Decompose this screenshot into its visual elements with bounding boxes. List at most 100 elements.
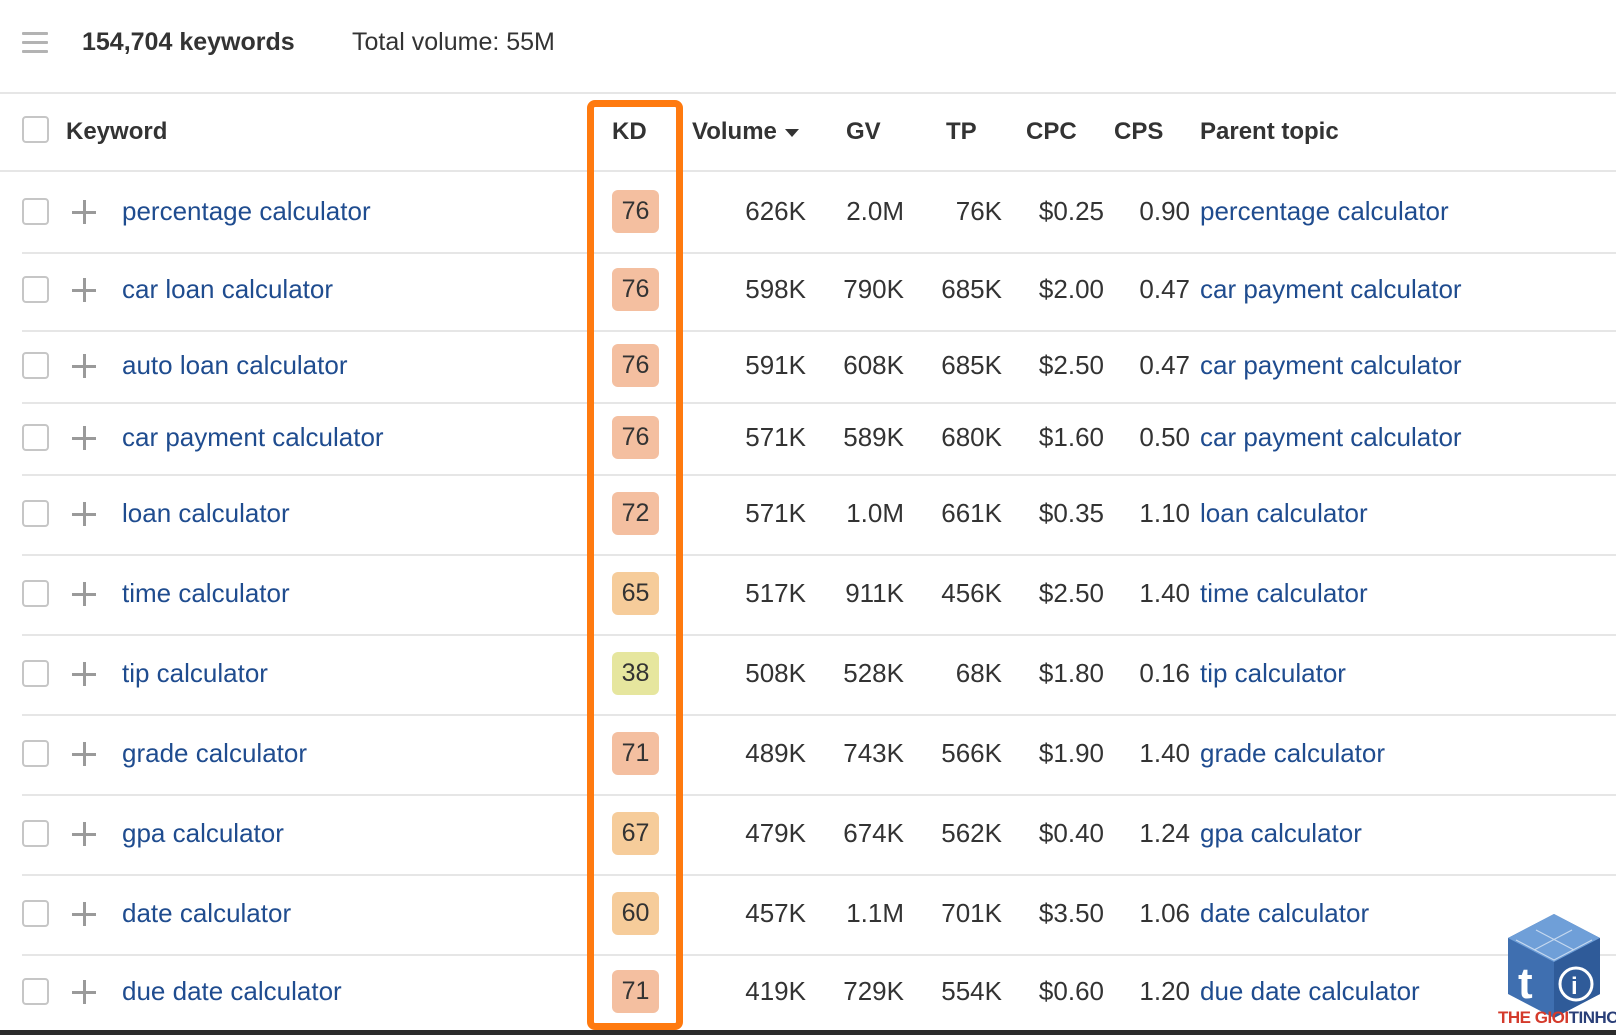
- column-tp[interactable]: TP: [946, 118, 977, 146]
- parent-topic-link[interactable]: car payment calculator: [1200, 274, 1462, 305]
- volume-value: 626K: [745, 196, 806, 226]
- gv-value: 911K: [845, 578, 904, 608]
- cps-value: 0.47: [1139, 350, 1190, 380]
- tp-value: 68K: [955, 658, 1002, 688]
- add-keyword-plus-icon[interactable]: [72, 200, 96, 224]
- keyword-link[interactable]: gpa calculator: [122, 818, 284, 849]
- add-keyword-plus-icon[interactable]: [72, 354, 96, 378]
- cps-value: 1.40: [1139, 738, 1190, 768]
- row-checkbox[interactable]: [22, 978, 49, 1005]
- gv-value: 589K: [843, 422, 904, 452]
- add-keyword-plus-icon[interactable]: [72, 278, 96, 302]
- parent-topic-link[interactable]: car payment calculator: [1200, 422, 1462, 453]
- keyword-link[interactable]: tip calculator: [122, 658, 268, 689]
- keyword-link[interactable]: date calculator: [122, 898, 291, 929]
- parent-topic-link[interactable]: due date calculator: [1200, 976, 1420, 1007]
- watermark-text-blue: TINHOC: [1568, 1008, 1616, 1027]
- column-volume[interactable]: Volume: [692, 118, 799, 146]
- parent-topic-link[interactable]: date calculator: [1200, 898, 1369, 929]
- select-all-checkbox[interactable]: [22, 116, 49, 143]
- kd-badge: 76: [612, 190, 659, 233]
- volume-value: 479K: [745, 818, 806, 848]
- add-keyword-plus-icon[interactable]: [72, 980, 96, 1004]
- cpc-value: $0.35: [1038, 498, 1104, 528]
- row-checkbox[interactable]: [22, 424, 49, 451]
- row-checkbox[interactable]: [22, 900, 49, 927]
- keyword-link[interactable]: due date calculator: [122, 976, 342, 1007]
- tp-value: 680K: [941, 422, 1002, 452]
- table-row: auto loan calculator 76 591K 608K 685K $…: [22, 330, 1616, 404]
- cpc-value: $0.40: [1038, 818, 1104, 848]
- column-cpc[interactable]: CPC: [1026, 118, 1077, 146]
- table-row: percentage calculator 76 626K 2.0M 76K $…: [22, 172, 1616, 254]
- column-cps[interactable]: CPS: [1114, 118, 1163, 146]
- column-gv[interactable]: GV: [846, 118, 881, 146]
- table-header: Keyword KD Volume GV TP CPC CPS Parent t…: [0, 94, 1616, 172]
- tp-value: 554K: [941, 976, 1002, 1006]
- tp-value: 685K: [941, 274, 1002, 304]
- parent-topic-link[interactable]: car payment calculator: [1200, 350, 1462, 381]
- cpc-value: $1.60: [1038, 422, 1104, 452]
- svg-text:t: t: [1518, 959, 1533, 1008]
- gv-value: 674K: [843, 818, 904, 848]
- cps-value: 0.90: [1139, 196, 1190, 226]
- add-keyword-plus-icon[interactable]: [72, 662, 96, 686]
- row-checkbox[interactable]: [22, 276, 49, 303]
- parent-topic-link[interactable]: grade calculator: [1200, 738, 1385, 769]
- add-keyword-plus-icon[interactable]: [72, 582, 96, 606]
- parent-topic-link[interactable]: time calculator: [1200, 578, 1368, 609]
- keyword-link[interactable]: time calculator: [122, 578, 290, 609]
- cpc-value: $2.50: [1038, 350, 1104, 380]
- gv-value: 528K: [843, 658, 904, 688]
- row-checkbox[interactable]: [22, 580, 49, 607]
- parent-topic-link[interactable]: loan calculator: [1200, 498, 1368, 529]
- cpc-value: $0.25: [1038, 196, 1104, 226]
- gv-value: 2.0M: [846, 196, 904, 226]
- volume-value: 571K: [745, 498, 806, 528]
- add-keyword-plus-icon[interactable]: [72, 426, 96, 450]
- kd-badge: 76: [612, 344, 659, 387]
- keyword-count: 154,704 keywords: [82, 28, 295, 56]
- parent-topic-link[interactable]: gpa calculator: [1200, 818, 1362, 849]
- row-checkbox[interactable]: [22, 500, 49, 527]
- parent-topic-link[interactable]: percentage calculator: [1200, 196, 1449, 227]
- cps-value: 1.40: [1139, 578, 1190, 608]
- cps-value: 1.24: [1139, 818, 1190, 848]
- column-keyword[interactable]: Keyword: [66, 118, 167, 146]
- row-checkbox[interactable]: [22, 198, 49, 225]
- kd-badge: 71: [612, 732, 659, 775]
- add-keyword-plus-icon[interactable]: [72, 822, 96, 846]
- column-kd[interactable]: KD: [612, 118, 647, 146]
- column-parent-topic[interactable]: Parent topic: [1200, 118, 1339, 146]
- cpc-value: $3.50: [1038, 898, 1104, 928]
- add-keyword-plus-icon[interactable]: [72, 502, 96, 526]
- row-checkbox[interactable]: [22, 740, 49, 767]
- tp-value: 685K: [941, 350, 1002, 380]
- add-keyword-plus-icon[interactable]: [72, 742, 96, 766]
- kd-badge: 67: [612, 812, 659, 855]
- add-keyword-plus-icon[interactable]: [72, 902, 96, 926]
- svg-text:i: i: [1571, 973, 1578, 1000]
- row-checkbox[interactable]: [22, 352, 49, 379]
- keyword-link[interactable]: loan calculator: [122, 498, 290, 529]
- cps-value: 0.47: [1139, 274, 1190, 304]
- sort-desc-icon: [784, 128, 799, 137]
- tp-value: 562K: [941, 818, 1002, 848]
- kd-badge: 60: [612, 892, 659, 935]
- menu-icon[interactable]: [22, 32, 48, 54]
- parent-topic-link[interactable]: tip calculator: [1200, 658, 1346, 689]
- keyword-link[interactable]: percentage calculator: [122, 196, 371, 227]
- keyword-link[interactable]: car payment calculator: [122, 422, 384, 453]
- table-row: time calculator 65 517K 911K 456K $2.50 …: [22, 554, 1616, 636]
- keyword-link[interactable]: car loan calculator: [122, 274, 333, 305]
- kd-badge: 71: [612, 970, 659, 1013]
- tp-value: 456K: [941, 578, 1002, 608]
- row-checkbox[interactable]: [22, 660, 49, 687]
- gv-value: 608K: [843, 350, 904, 380]
- keyword-link[interactable]: grade calculator: [122, 738, 307, 769]
- kd-badge: 38: [612, 652, 659, 695]
- table-row: gpa calculator 67 479K 674K 562K $0.40 1…: [22, 794, 1616, 876]
- keyword-link[interactable]: auto loan calculator: [122, 350, 347, 381]
- row-checkbox[interactable]: [22, 820, 49, 847]
- cps-value: 0.16: [1139, 658, 1190, 688]
